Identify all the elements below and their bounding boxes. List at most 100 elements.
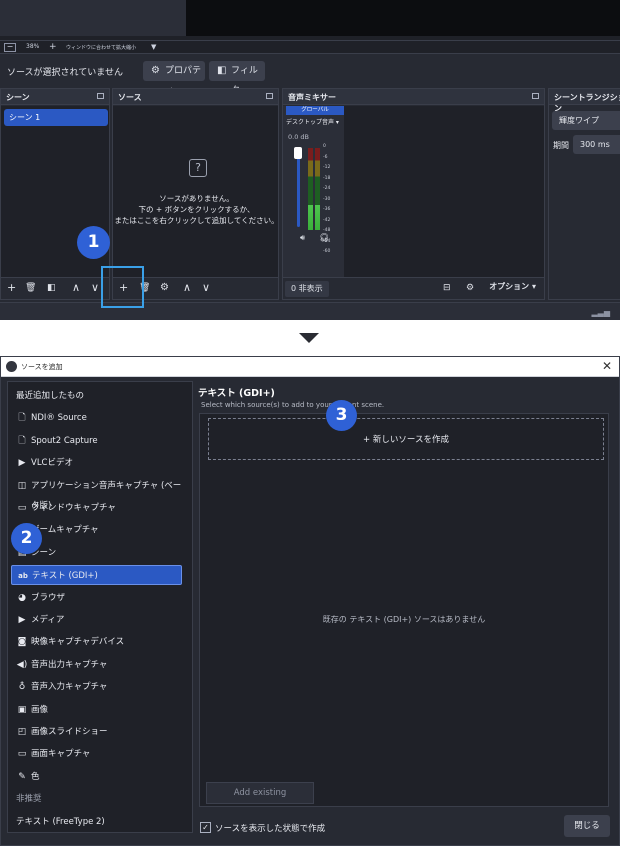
preview-area [0,0,620,40]
source-type-label: 音声出力キャプチャ [31,659,108,670]
meter-tick-label: -42 [323,217,331,223]
source-type-item: 最近追加したもの [11,386,182,406]
volume-slider-track[interactable] [297,151,300,227]
layout-icon[interactable]: ⊟ [443,282,451,294]
filter-icon[interactable]: ◧ [47,282,56,294]
mixer-device-name[interactable]: デスクトップ音声 ▾ [286,117,339,126]
close-icon[interactable]: ✕ [602,359,612,373]
source-type-label: ウィンドウキャプチャ [31,503,116,513]
globe-icon: ◕ [18,592,26,603]
source-type-item[interactable]: ◫ アプリケーション音声キャプチャ (ベータ版) [11,476,182,511]
mixer-dock-title: 音声ミキサー [283,89,544,105]
dialog-titlebar: ソースを追加 ✕ [1,357,619,377]
add-button-highlight [101,266,144,308]
visible-checkbox-label: ソースを表示した状態で作成 [215,824,326,834]
empty-line-1: ソースがありません。 [159,194,234,203]
sources-dock-title: ソース [113,89,278,105]
mixer-channel: グローバル デスクトップ音声 ▾ 0.0 dB 0 -6 -12 -18 -24 -30 -… [283,106,344,277]
duration-label: 期間 [553,141,569,150]
step-badge-2: 2 [11,523,42,554]
chevron-down-icon[interactable]: ▼ [151,43,156,51]
level-meter-fill-right [315,205,320,230]
add-icon[interactable]: + [7,282,16,294]
source-type-item[interactable]: 🗋 NDI® Source [11,408,182,428]
undock-icon[interactable] [532,93,539,99]
mixer-db-value: 0.0 dB [288,133,309,141]
zoom-fit-label[interactable]: ウィンドウに合わせて拡大縮小 [66,44,136,51]
volume-slider-handle[interactable] [294,147,302,159]
transition-type-select[interactable]: 輝度ワイプ [552,111,620,130]
image-icon: ▣ [17,704,27,715]
undock-icon[interactable] [266,93,273,99]
plus-icon: + [363,435,371,445]
scene-item[interactable]: シーン 1 [4,109,108,126]
step-badge-3: 3 [326,400,357,431]
microphone-icon: ♁ [18,682,26,693]
source-type-label: 非推奨 [16,794,42,805]
panel-subtitle: Select which source(s) to add to your cu… [201,401,385,409]
empty-line-3: またはここを右クリックして追加してください。 [114,216,279,225]
properties-button[interactable]: ⚙ プロパティ [143,61,205,96]
scenes-dock-title: シーン [1,89,109,105]
source-type-item[interactable]: ✎ 色 [11,767,182,787]
gear-icon: ⚙ [151,65,160,76]
source-type-item[interactable]: ◰ 画像スライドショー [11,722,182,742]
filter-icon: ◧ [217,65,227,76]
advanced-settings-icon[interactable]: ⚙ [466,282,474,294]
arrow-down-icon [299,333,319,343]
source-type-item[interactable]: ◀) 音声出力キャプチャ [11,655,182,675]
audio-mixer-dock: 音声ミキサー グローバル デスクトップ音声 ▾ 0.0 dB 0 -6 -12 -18… [282,88,545,300]
speaker-icon[interactable]: 🔊︎ [300,233,305,243]
source-type-item[interactable]: ab テキスト (GDI+) [11,565,182,586]
move-down-icon[interactable]: ∨ [202,282,210,294]
source-type-item[interactable]: ▭ 画面キャプチャ [11,744,182,764]
transitions-dock-title: シーントランジション [549,89,620,113]
filters-button[interactable]: ◧ フィルタ [209,61,265,96]
scenes-title: シーン [6,93,30,102]
gear-icon[interactable]: ⚙ [160,282,169,294]
step-badge-1: 1 [77,226,110,259]
duration-input[interactable]: 300 ms [573,135,620,154]
no-source-selected-label: ソースが選択されていません [7,68,124,78]
source-type-item[interactable]: 🗋 Spout2 Capture [11,431,182,451]
zoom-percent: 38% [26,43,40,50]
move-up-icon[interactable]: ∧ [183,282,191,294]
source-type-item[interactable]: ◕ ブラウザ [11,588,182,608]
source-type-item[interactable]: ▶ メディア [11,610,182,630]
preview-canvas[interactable] [186,0,620,36]
source-type-item[interactable]: ▶ VLCビデオ [11,453,182,473]
speaker-icon: ◀) [16,659,28,670]
source-type-item[interactable]: ▣ 画像 [11,700,182,720]
mixer-toolbar: 0 非表示 ⊟ ⚙ オプション ▾ [283,277,544,299]
source-type-label: ブラウザ [31,592,66,603]
move-down-icon[interactable]: ∨ [91,282,99,294]
source-type-label: テキスト (FreeType 2) [16,816,105,827]
source-type-item[interactable]: ▭ ウィンドウキャプチャ [11,498,182,518]
meter-tick-label: -60 [323,249,331,254]
move-up-icon[interactable]: ∧ [72,282,80,294]
zoom-out-button[interactable]: − [4,43,16,52]
trash-icon[interactable]: 🗑 [25,282,36,294]
undock-icon[interactable] [97,93,104,99]
source-type-label: 画面キャプチャ [31,749,91,760]
sources-list[interactable]: ? ソースがありません。 下の + ボタンをクリックするか、 またはここを右クリ… [113,106,279,277]
hidden-count[interactable]: 0 非表示 [285,281,329,297]
source-type-label: NDI® Source [31,413,87,424]
device-label: デスクトップ音声 [286,119,335,126]
new-source-button[interactable]: + 新しいソースを作成 [208,418,604,460]
source-type-label: 音声入力キャプチャ [31,682,108,693]
new-source-label: 新しいソースを作成 [372,435,449,445]
headphones-icon[interactable]: 🎧︎ [319,233,329,242]
mixer-title: 音声ミキサー [288,93,336,102]
source-type-item[interactable]: ◙ 映像キャプチャデバイス [11,632,182,652]
play-icon: ▶ [18,458,26,469]
source-type-item[interactable]: テキスト (FreeType 2) [11,812,182,832]
add-existing-button[interactable]: Add existing [206,782,314,804]
meter-tick-label: -6 [323,154,328,160]
options-button[interactable]: オプション ▾ [489,281,536,292]
close-button[interactable]: 閉じる [564,815,610,837]
visible-checkbox[interactable]: ✓ [200,822,211,833]
monitor-icon: ▭ [17,749,27,760]
source-type-item[interactable]: ♁ 音声入力キャプチャ [11,677,182,697]
zoom-in-button[interactable]: + [49,42,57,52]
